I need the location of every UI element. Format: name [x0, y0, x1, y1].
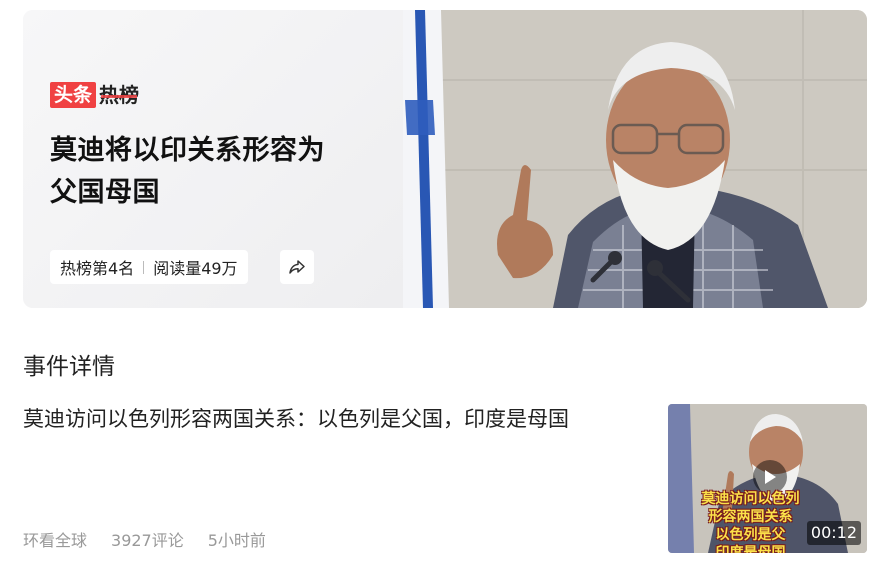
share-button[interactable]: [280, 250, 314, 284]
hot-rank: 热榜第4名: [60, 259, 135, 278]
brand-hot-list: 热榜: [99, 83, 140, 107]
caption-line: 莫迪访问以色列: [701, 491, 800, 507]
brand-toutiao: 头条: [50, 82, 97, 108]
play-button[interactable]: [753, 460, 787, 494]
hot-list-hero-card[interactable]: 头条 热榜 莫迪将以印关系形容为父国母国 热榜第4名 阅读量49万: [23, 10, 867, 308]
event-meta: 环看全球 3927评论 5小时前: [23, 528, 266, 554]
share-arrow-icon: [289, 260, 305, 274]
event-headline-link[interactable]: 莫迪访问以色列形容两国关系：以色列是父国，印度是母国: [23, 402, 643, 436]
video-duration: 00:12: [806, 521, 861, 545]
hero-stats-pill: 热榜第4名 阅读量49万: [50, 250, 248, 284]
toutiao-hot-list-logo: 头条 热榜: [50, 82, 139, 108]
play-icon: [765, 470, 776, 484]
page: 头条 热榜 莫迪将以印关系形容为父国母国 热榜第4名 阅读量49万 事件详情 莫…: [0, 0, 870, 564]
publish-time: 5小时前: [207, 531, 266, 550]
hero-text-panel: 头条 热榜 莫迪将以印关系形容为父国母国 热榜第4名 阅读量49万: [23, 10, 403, 308]
video-thumbnail[interactable]: 莫迪访问以色列 形容两国关系 以色列是父 印度是母国 00:12: [668, 404, 867, 553]
caption-line: 印度是母国: [715, 545, 786, 553]
divider: [143, 260, 145, 274]
comment-count: 3927评论: [111, 531, 184, 550]
hero-photo: [403, 10, 867, 308]
speaker-photo-illustration: [403, 10, 867, 308]
event-details-heading: 事件详情: [23, 354, 115, 380]
read-count: 阅读量49万: [153, 259, 238, 278]
source-name[interactable]: 环看全球: [23, 528, 87, 554]
hero-title[interactable]: 莫迪将以印关系形容为父国母国: [50, 130, 350, 214]
